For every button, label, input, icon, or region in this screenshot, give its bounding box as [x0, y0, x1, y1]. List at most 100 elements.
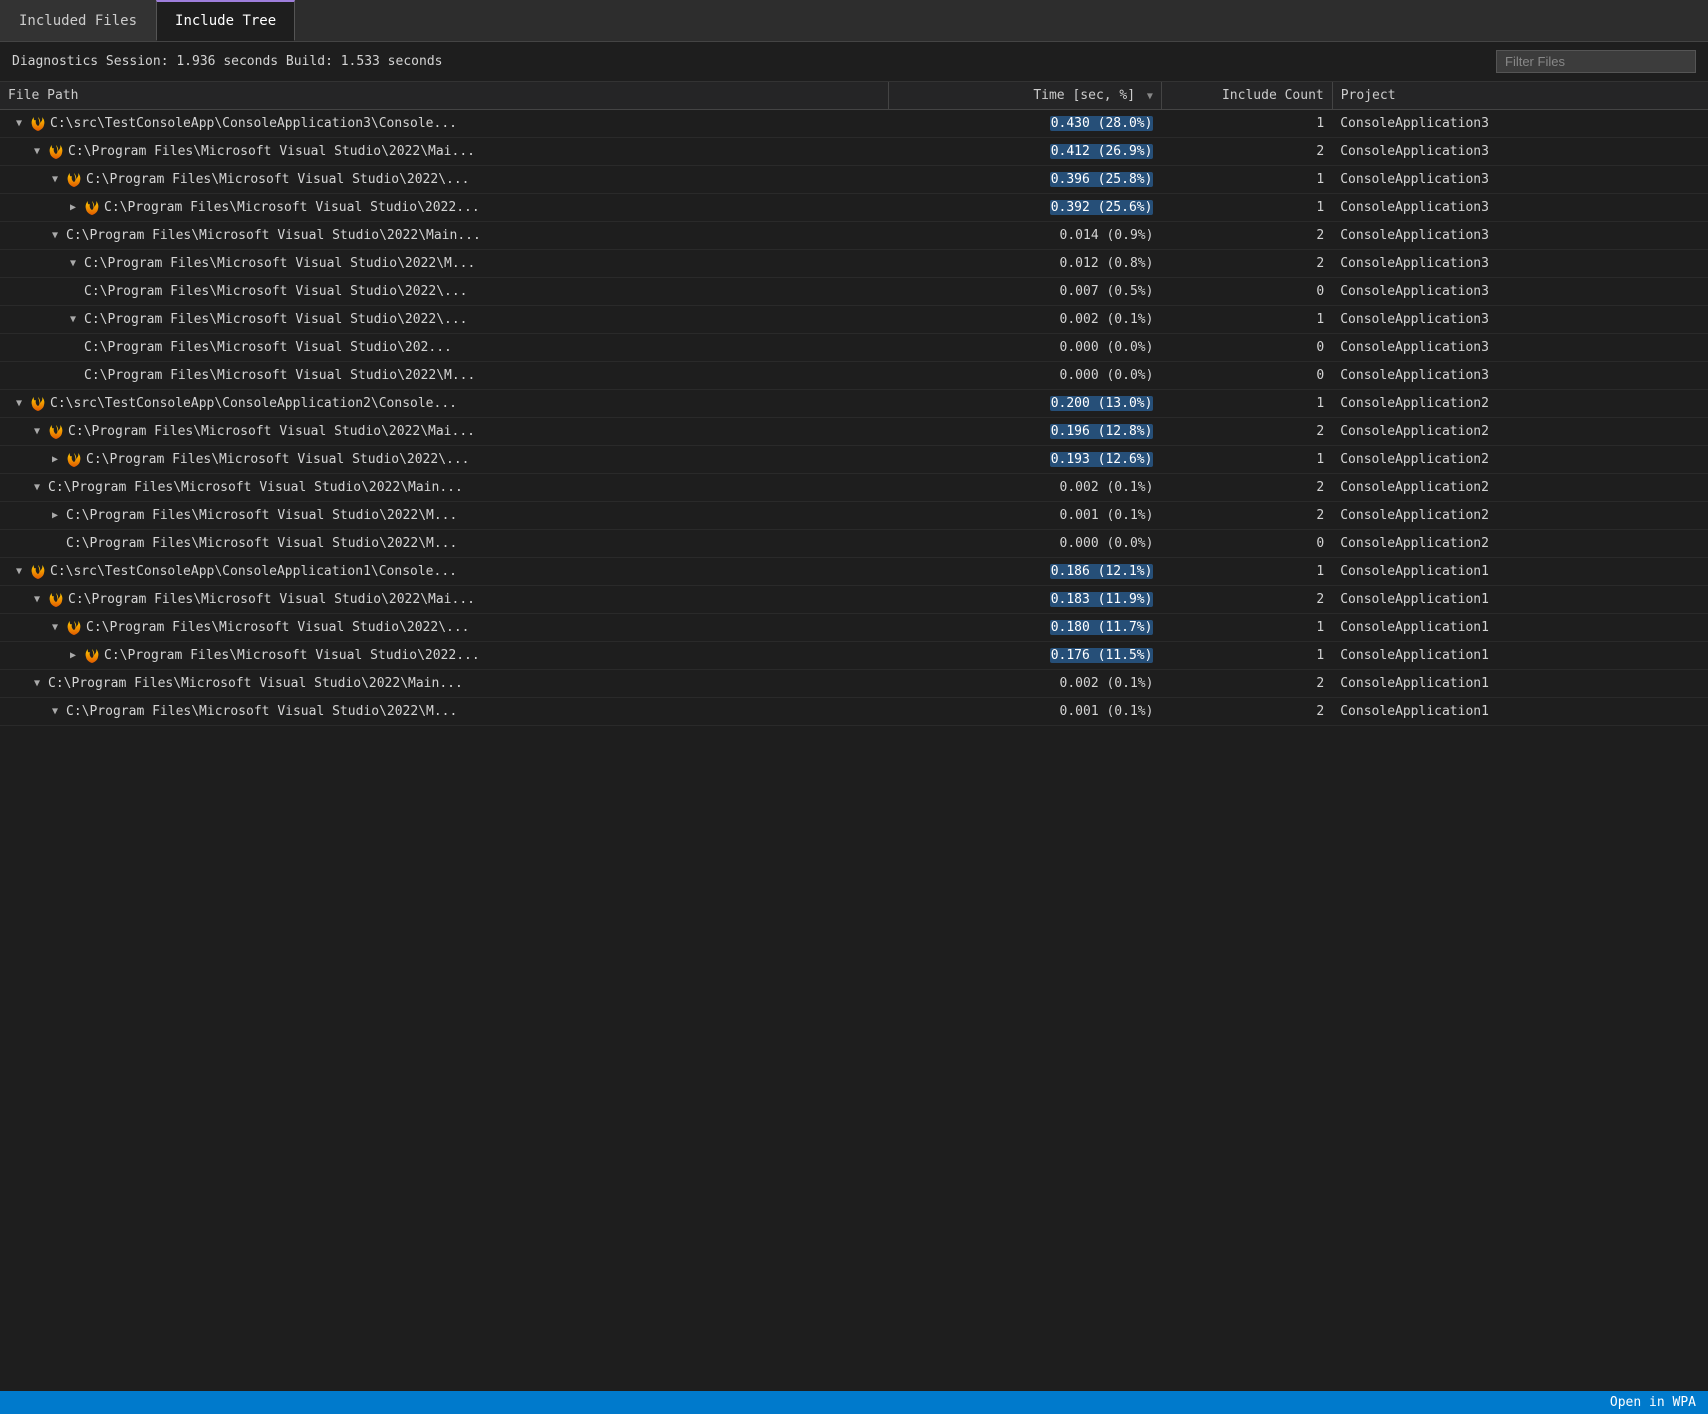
flame-icon	[48, 424, 64, 440]
table-row[interactable]: ▼ C:\Program Files\Microsoft Visual Stud…	[0, 166, 1708, 194]
col-header-filepath[interactable]: File Path	[0, 82, 888, 110]
diagnostics-text: Diagnostics Session: 1.936 seconds Build…	[12, 54, 442, 69]
table-row[interactable]: ▼C:\Program Files\Microsoft Visual Studi…	[0, 670, 1708, 698]
table-row[interactable]: C:\Program Files\Microsoft Visual Studio…	[0, 362, 1708, 390]
table-row[interactable]: ▼C:\Program Files\Microsoft Visual Studi…	[0, 222, 1708, 250]
filepath-text: C:\Program Files\Microsoft Visual Studio…	[104, 648, 480, 663]
cell-project: ConsoleApplication1	[1332, 614, 1708, 642]
tab-include-tree[interactable]: Include Tree	[156, 0, 295, 41]
time-highlight: 0.176 (11.5%)	[1050, 648, 1154, 663]
table-row[interactable]: ▼ C:\src\TestConsoleApp\ConsoleApplicati…	[0, 390, 1708, 418]
tab-included-files[interactable]: Included Files	[0, 0, 156, 41]
table-row[interactable]: ▼C:\Program Files\Microsoft Visual Studi…	[0, 474, 1708, 502]
cell-filepath: C:\Program Files\Microsoft Visual Studio…	[0, 334, 888, 362]
expand-button[interactable]: ▼	[48, 173, 62, 187]
table-row[interactable]: ▼C:\Program Files\Microsoft Visual Studi…	[0, 698, 1708, 726]
cell-time: 0.000 (0.0%)	[888, 334, 1161, 362]
cell-filepath: ▼ C:\src\TestConsoleApp\ConsoleApplicati…	[0, 390, 888, 418]
expand-button[interactable]: ▼	[48, 229, 62, 243]
footer-bar[interactable]: Open in WPA	[0, 1391, 1708, 1414]
expand-button[interactable]: ▼	[12, 397, 26, 411]
expand-button[interactable]: ▼	[48, 621, 62, 635]
expand-button[interactable]: ▼	[48, 705, 62, 719]
filepath-text: C:\Program Files\Microsoft Visual Studio…	[84, 256, 475, 271]
time-highlight: 0.193 (12.6%)	[1050, 452, 1154, 467]
cell-filepath: ▼ C:\Program Files\Microsoft Visual Stud…	[0, 614, 888, 642]
cell-count: 1	[1161, 110, 1332, 138]
expand-button[interactable]: ▼	[30, 677, 44, 691]
cell-time: 0.196 (12.8%)	[888, 418, 1161, 446]
table-row[interactable]: ▼ C:\Program Files\Microsoft Visual Stud…	[0, 418, 1708, 446]
table-row[interactable]: ▶ C:\Program Files\Microsoft Visual Stud…	[0, 194, 1708, 222]
filter-input[interactable]	[1496, 50, 1696, 73]
flame-icon	[48, 144, 64, 160]
filepath-text: C:\src\TestConsoleApp\ConsoleApplication…	[50, 396, 457, 411]
table-row[interactable]: ▶C:\Program Files\Microsoft Visual Studi…	[0, 502, 1708, 530]
expand-button[interactable]: ▶	[66, 649, 80, 663]
cell-project: ConsoleApplication1	[1332, 670, 1708, 698]
expand-button[interactable]: ▼	[12, 117, 26, 131]
filepath-text: C:\Program Files\Microsoft Visual Studio…	[84, 368, 475, 383]
table-row[interactable]: ▶ C:\Program Files\Microsoft Visual Stud…	[0, 446, 1708, 474]
expand-button[interactable]: ▼	[30, 593, 44, 607]
table-row[interactable]: C:\Program Files\Microsoft Visual Studio…	[0, 530, 1708, 558]
flame-icon	[84, 648, 100, 664]
cell-filepath: ▼ C:\src\TestConsoleApp\ConsoleApplicati…	[0, 110, 888, 138]
cell-count: 2	[1161, 586, 1332, 614]
cell-filepath: ▼C:\Program Files\Microsoft Visual Studi…	[0, 222, 888, 250]
table-row[interactable]: ▼ C:\src\TestConsoleApp\ConsoleApplicati…	[0, 110, 1708, 138]
expand-button[interactable]: ▼	[12, 565, 26, 579]
col-header-count[interactable]: Include Count	[1161, 82, 1332, 110]
table-row[interactable]: ▶ C:\Program Files\Microsoft Visual Stud…	[0, 642, 1708, 670]
cell-count: 0	[1161, 362, 1332, 390]
col-header-time[interactable]: Time [sec, %] ▼	[888, 82, 1161, 110]
flame-icon	[30, 116, 46, 132]
expand-button[interactable]: ▶	[48, 453, 62, 467]
cell-count: 1	[1161, 642, 1332, 670]
filepath-text: C:\Program Files\Microsoft Visual Studio…	[86, 452, 470, 467]
cell-count: 2	[1161, 222, 1332, 250]
cell-count: 2	[1161, 502, 1332, 530]
table-row[interactable]: C:\Program Files\Microsoft Visual Studio…	[0, 334, 1708, 362]
cell-count: 2	[1161, 250, 1332, 278]
expand-button[interactable]: ▼	[30, 425, 44, 439]
cell-time: 0.007 (0.5%)	[888, 278, 1161, 306]
table-wrapper[interactable]: File Path Time [sec, %] ▼ Include Count …	[0, 82, 1708, 1391]
table-row[interactable]: ▼ C:\Program Files\Microsoft Visual Stud…	[0, 614, 1708, 642]
cell-filepath: ▼ C:\Program Files\Microsoft Visual Stud…	[0, 418, 888, 446]
cell-time: 0.430 (28.0%)	[888, 110, 1161, 138]
table-row[interactable]: C:\Program Files\Microsoft Visual Studio…	[0, 278, 1708, 306]
cell-project: ConsoleApplication3	[1332, 306, 1708, 334]
table-row[interactable]: ▼ C:\Program Files\Microsoft Visual Stud…	[0, 138, 1708, 166]
cell-time: 0.412 (26.9%)	[888, 138, 1161, 166]
col-header-project[interactable]: Project	[1332, 82, 1708, 110]
flame-icon	[30, 564, 46, 580]
expand-button[interactable]: ▶	[66, 201, 80, 215]
cell-count: 2	[1161, 670, 1332, 698]
cell-time: 0.396 (25.8%)	[888, 166, 1161, 194]
filepath-text: C:\Program Files\Microsoft Visual Studio…	[86, 620, 470, 635]
table-row[interactable]: ▼ C:\src\TestConsoleApp\ConsoleApplicati…	[0, 558, 1708, 586]
table-row[interactable]: ▼ C:\Program Files\Microsoft Visual Studi…	[0, 250, 1708, 278]
expand-button[interactable]: ▼	[30, 145, 44, 159]
expand-button[interactable]: ▼	[30, 481, 44, 495]
cell-count: 2	[1161, 698, 1332, 726]
table-row[interactable]: ▼ C:\Program Files\Microsoft Visual Stud…	[0, 586, 1708, 614]
cell-time: 0.000 (0.0%)	[888, 362, 1161, 390]
cell-filepath: ▼ C:\src\TestConsoleApp\ConsoleApplicati…	[0, 558, 888, 586]
table-row[interactable]: ▼C:\Program Files\Microsoft Visual Studi…	[0, 306, 1708, 334]
expand-button[interactable]: ▼	[66, 313, 80, 327]
cell-filepath: ▶ C:\Program Files\Microsoft Visual Stud…	[0, 446, 888, 474]
files-table: File Path Time [sec, %] ▼ Include Count …	[0, 82, 1708, 726]
open-in-wpa-link[interactable]: Open in WPA	[1610, 1395, 1696, 1410]
time-highlight: 0.396 (25.8%)	[1050, 172, 1154, 187]
cell-count: 2	[1161, 138, 1332, 166]
expand-button[interactable]: ▶	[48, 509, 62, 523]
cell-count: 2	[1161, 418, 1332, 446]
main-container: Included FilesInclude Tree Diagnostics S…	[0, 0, 1708, 1414]
table-body: ▼ C:\src\TestConsoleApp\ConsoleApplicati…	[0, 110, 1708, 726]
expand-button[interactable]: ▼	[66, 257, 80, 271]
flame-icon	[48, 592, 64, 608]
cell-time: 0.002 (0.1%)	[888, 306, 1161, 334]
cell-project: ConsoleApplication3	[1332, 334, 1708, 362]
